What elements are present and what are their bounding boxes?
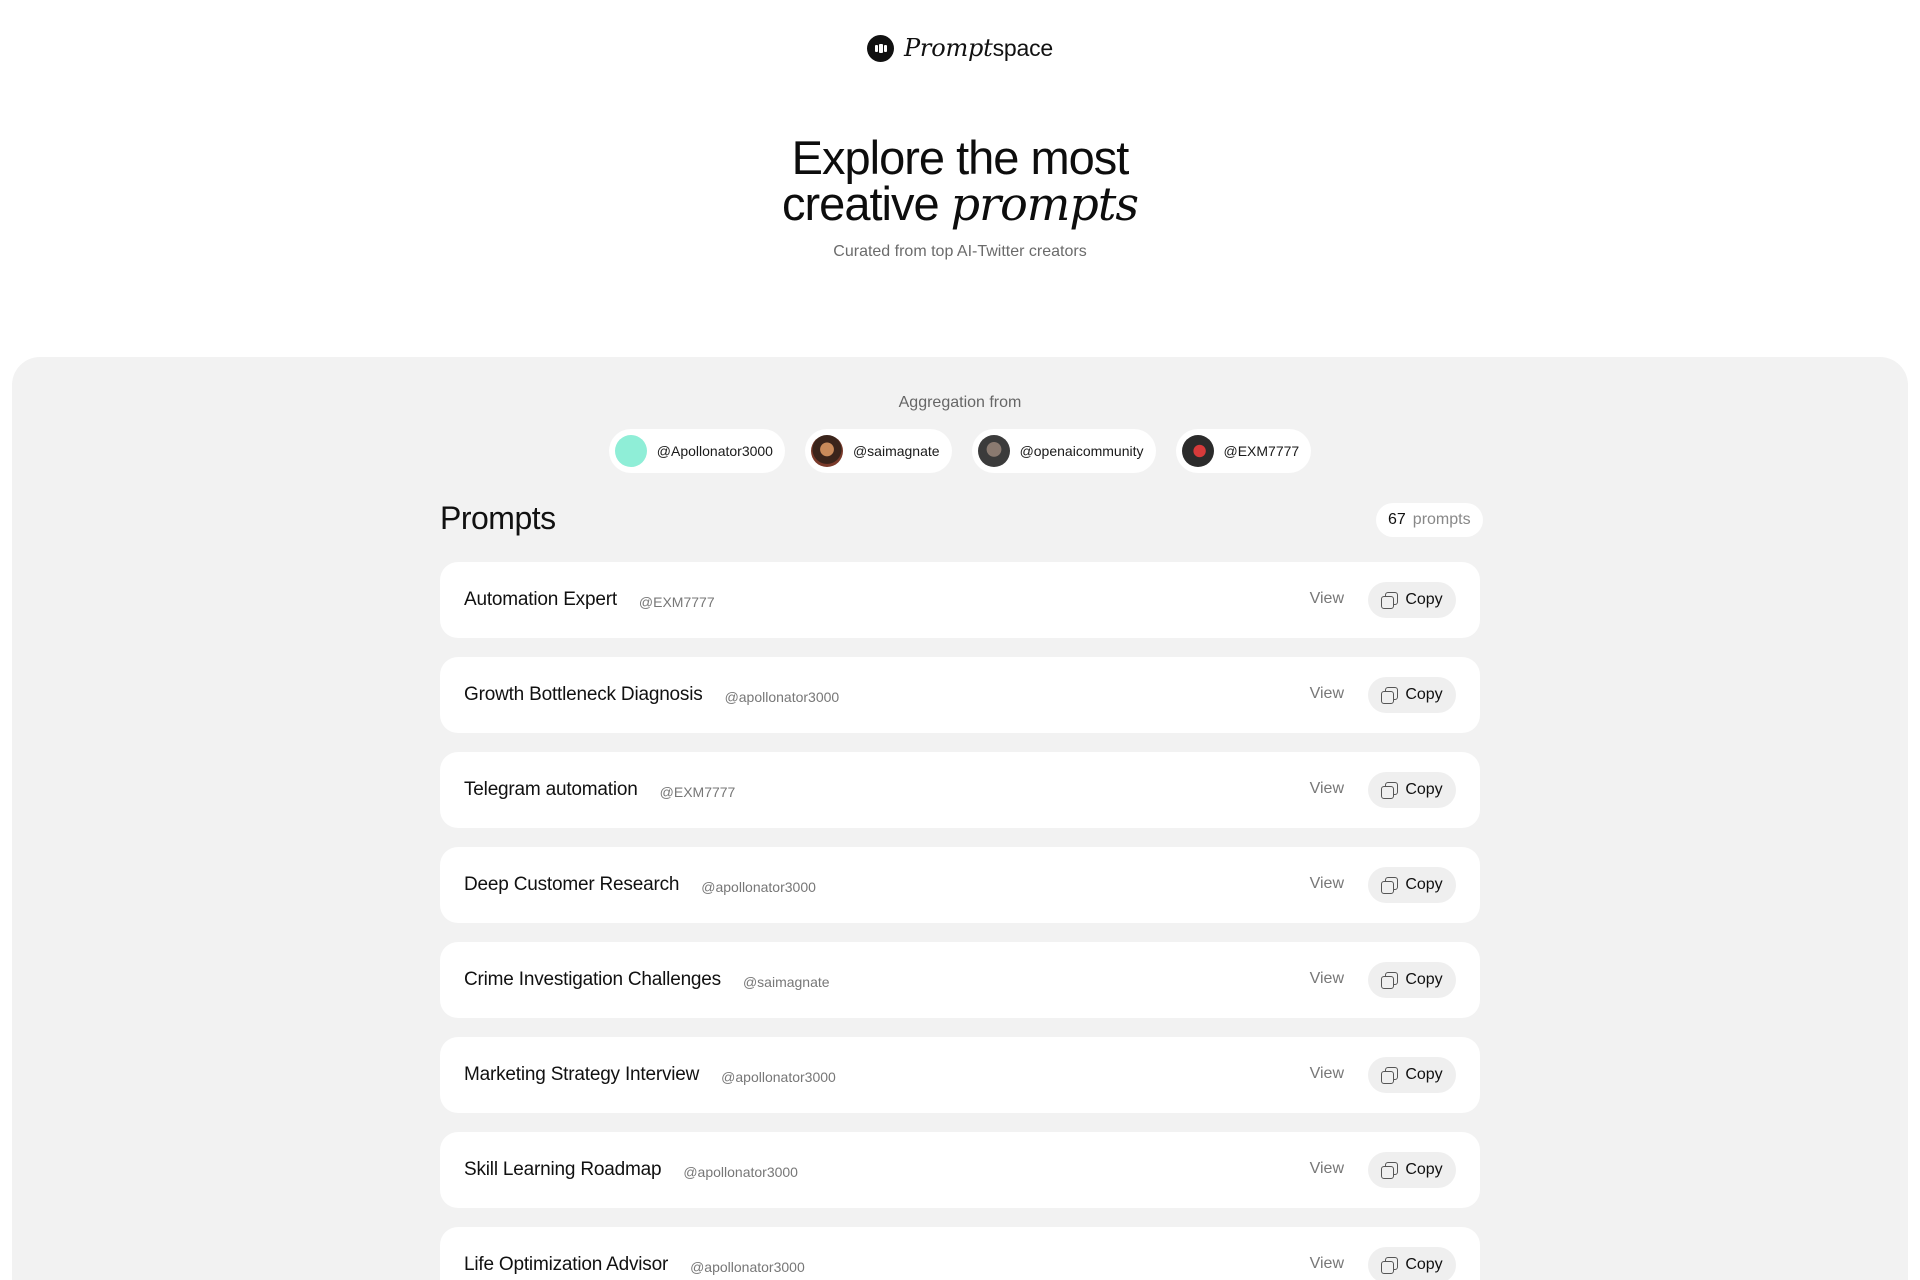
copy-icon: [1381, 592, 1399, 609]
view-button[interactable]: View: [1310, 1065, 1344, 1083]
prompt-row[interactable]: Automation Expert @EXM7777 View Copy: [440, 562, 1480, 638]
prompt-author[interactable]: @apollonator3000: [701, 879, 816, 895]
prompt-name: Automation Expert: [464, 589, 617, 610]
view-button[interactable]: View: [1310, 875, 1344, 893]
copy-label: Copy: [1405, 1161, 1443, 1178]
source-chip[interactable]: @EXM7777: [1175, 429, 1312, 473]
copy-label: Copy: [1405, 971, 1443, 988]
copy-label: Copy: [1405, 686, 1443, 703]
site-header: Prompt space: [0, 34, 1920, 62]
prompt-name: Deep Customer Research: [464, 874, 680, 895]
copy-button[interactable]: Copy: [1368, 1152, 1456, 1188]
source-list: @Apollonator3000 @saimagnate @openaicomm…: [0, 429, 1920, 473]
prompt-row[interactable]: Growth Bottleneck Diagnosis @apollonator…: [440, 657, 1480, 733]
source-handle: @saimagnate: [852, 443, 940, 459]
copy-button[interactable]: Copy: [1368, 677, 1456, 713]
prompt-count-unit: prompts: [1412, 511, 1471, 528]
source-chip[interactable]: @openaicommunity: [971, 429, 1156, 473]
avatar: [1181, 435, 1214, 467]
prompt-row[interactable]: Life Optimization Advisor @apollonator30…: [440, 1227, 1480, 1280]
copy-label: Copy: [1405, 1256, 1443, 1273]
avatar: [614, 435, 647, 467]
copy-icon: [1381, 972, 1399, 989]
copy-button[interactable]: Copy: [1368, 867, 1456, 903]
prompt-row[interactable]: Skill Learning Roadmap @apollonator3000 …: [440, 1132, 1480, 1208]
prompt-row[interactable]: Crime Investigation Challenges @saimagna…: [440, 942, 1480, 1018]
copy-icon: [1381, 1257, 1399, 1274]
brand-name[interactable]: Prompt space: [904, 34, 1053, 62]
source-chip[interactable]: @saimagnate: [804, 429, 952, 473]
prompt-row[interactable]: Telegram automation @EXM7777 View Copy: [440, 752, 1480, 828]
view-button[interactable]: View: [1310, 1255, 1344, 1273]
prompt-name: Life Optimization Advisor: [464, 1254, 669, 1275]
logo-icon[interactable]: [866, 34, 894, 62]
view-button[interactable]: View: [1310, 780, 1344, 798]
prompt-row[interactable]: Deep Customer Research @apollonator3000 …: [440, 847, 1480, 923]
copy-button[interactable]: Copy: [1368, 1057, 1456, 1093]
prompt-count: 67: [1388, 511, 1406, 528]
hero: Explore the most creative prompts Curate…: [0, 134, 1920, 261]
copy-button[interactable]: Copy: [1368, 582, 1456, 618]
avatar: [810, 435, 843, 467]
view-button[interactable]: View: [1310, 590, 1344, 608]
view-button[interactable]: View: [1310, 1160, 1344, 1178]
prompt-author[interactable]: @EXM7777: [660, 784, 736, 800]
prompt-name: Telegram automation: [464, 779, 638, 800]
copy-label: Copy: [1405, 591, 1443, 608]
avatar: [977, 435, 1010, 467]
prompt-author[interactable]: @apollonator3000: [721, 1069, 836, 1085]
prompt-list: Automation Expert @EXM7777 View Copy Gro…: [440, 562, 1480, 1280]
copy-icon: [1381, 1067, 1399, 1084]
copy-label: Copy: [1405, 876, 1443, 893]
copy-button[interactable]: Copy: [1368, 1247, 1456, 1280]
prompt-name: Crime Investigation Challenges: [464, 969, 721, 990]
copy-button[interactable]: Copy: [1368, 962, 1456, 998]
aggregation-label: Aggregation from: [898, 394, 1022, 411]
copy-label: Copy: [1405, 781, 1443, 798]
prompt-author[interactable]: @apollonator3000: [690, 1259, 805, 1275]
prompt-name: Skill Learning Roadmap: [464, 1159, 662, 1180]
prompt-name: Growth Bottleneck Diagnosis: [464, 684, 703, 705]
prompt-author[interactable]: @apollonator3000: [683, 1164, 798, 1180]
source-handle: @Apollonator3000: [656, 443, 773, 459]
prompt-count-badge: 67 prompts: [1376, 503, 1483, 537]
prompt-author[interactable]: @saimagnate: [743, 974, 830, 990]
prompt-author[interactable]: @apollonator3000: [725, 689, 840, 705]
copy-button[interactable]: Copy: [1368, 772, 1456, 808]
prompt-name: Marketing Strategy Interview: [464, 1064, 700, 1085]
copy-icon: [1381, 687, 1399, 704]
source-handle: @openaicommunity: [1019, 443, 1144, 459]
prompt-author[interactable]: @EXM7777: [639, 594, 715, 610]
source-chip[interactable]: @Apollonator3000: [608, 429, 785, 473]
prompts-heading: Prompts: [440, 500, 556, 536]
copy-icon: [1381, 1162, 1399, 1179]
copy-icon: [1381, 877, 1399, 894]
source-handle: @EXM7777: [1223, 443, 1300, 459]
brand-italic: Prompt: [903, 34, 993, 62]
brand-rest: space: [992, 35, 1054, 61]
copy-label: Copy: [1405, 1066, 1443, 1083]
copy-icon: [1381, 782, 1399, 799]
hero-subtitle: Curated from top AI-Twitter creators: [833, 243, 1087, 260]
view-button[interactable]: View: [1310, 685, 1344, 703]
view-button[interactable]: View: [1310, 970, 1344, 988]
hero-line-2-italic: prompts: [950, 177, 1139, 231]
prompt-row[interactable]: Marketing Strategy Interview @apollonato…: [440, 1037, 1480, 1113]
hero-heading: Explore the most creative prompts: [0, 134, 1920, 230]
hero-line-2: creative: [782, 177, 940, 230]
